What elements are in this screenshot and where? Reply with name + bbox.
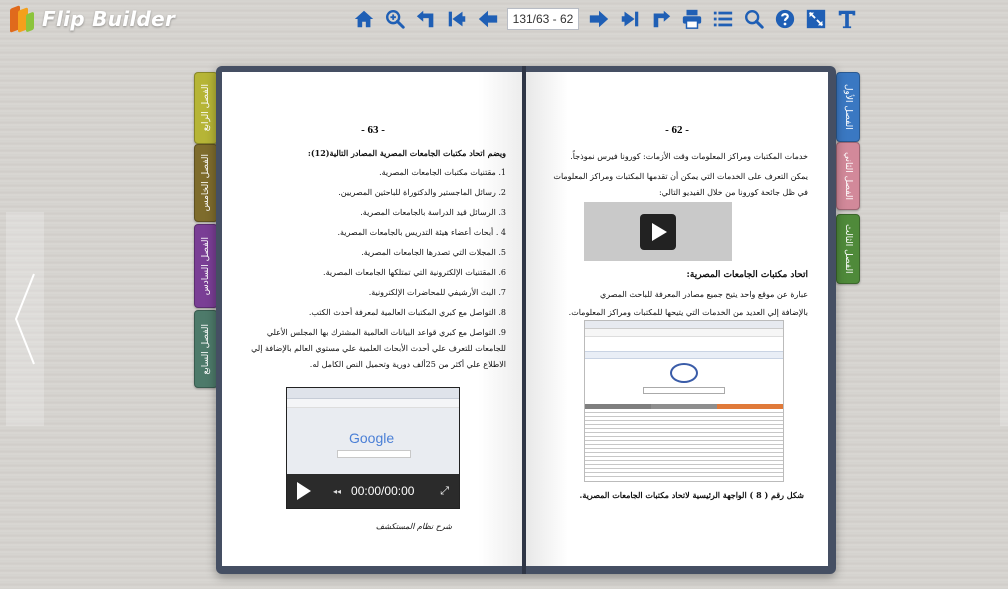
list-item: 1. مقتنيات مكتبات الجامعات المصرية. — [379, 168, 506, 177]
print-icon — [682, 9, 702, 29]
left-page-number: - 63 - — [361, 124, 385, 136]
tab-chapter-6[interactable]: الفصل السادس — [194, 224, 218, 308]
previous-page-icon — [478, 10, 498, 28]
brand-logo: Flip Builder — [10, 4, 175, 34]
tab-chapter-7[interactable]: الفصل السابع — [194, 310, 218, 388]
list-item: 4 . أبحاث أعضاء هيئة التدريس بالجامعات ا… — [337, 228, 506, 237]
google-search-box — [337, 450, 411, 458]
text-button[interactable] — [833, 6, 861, 32]
list-item: 5. المجلات التي تصدرها الجامعات المصرية. — [361, 248, 506, 257]
flipbook: - 63 - ويضم اتحاد مكتبات الجامعات المصري… — [216, 66, 836, 574]
help-icon — [775, 9, 795, 29]
zoom-in-icon — [386, 10, 405, 29]
tab-chapter-4[interactable]: الفصل الرابع — [194, 72, 218, 144]
site-columns — [585, 409, 783, 479]
list-item: 3. الرسائل قيد الدراسة بالجامعات المصرية… — [360, 208, 506, 217]
left-page[interactable]: - 63 - ويضم اتحاد مكتبات الجامعات المصري… — [222, 72, 524, 566]
search-icon — [745, 10, 764, 29]
chevron-left-icon — [14, 273, 35, 365]
table-of-contents-icon — [713, 11, 733, 27]
fullscreen-icon — [806, 9, 826, 29]
section-heading: اتحاد مكتبات الجامعات المصرية: — [686, 270, 808, 280]
video-thumbnail[interactable] — [584, 202, 732, 261]
next-page-button[interactable] — [585, 6, 613, 32]
forward-icon — [653, 10, 671, 28]
play-button[interactable] — [640, 214, 676, 250]
page-number-input[interactable]: 131/63 - 62 — [507, 8, 579, 30]
site-logo — [670, 363, 698, 383]
first-page-icon — [448, 11, 466, 27]
google-logo: Google — [349, 430, 395, 446]
list-item: 7. البث الأرشيفي للمحاضرات الإلكترونية. — [368, 288, 506, 297]
paragraph-line: عبارة عن موقع واحد يتيح جميع مصادر المعر… — [599, 290, 808, 299]
volume-icon[interactable]: ◂◂ — [333, 487, 341, 496]
list-item: 2. رسائل الماجستير والدكتوراة للباحثين ا… — [338, 188, 506, 197]
play-icon — [652, 223, 667, 241]
figure-caption: شكل رقم ( 8 ) الواجهة الرئيسية لاتحاد مك… — [579, 490, 804, 500]
right-page[interactable]: - 62 - خدمات المكتبات ومراكز المعلومات و… — [526, 72, 828, 566]
browser-toolbar — [585, 329, 783, 337]
text-line: خدمات المكتبات ومراكز المعلومات وقت الأز… — [570, 152, 808, 161]
top-toolbar: Flip Builder 131/63 - 62 — [0, 0, 1008, 38]
text-icon — [838, 10, 856, 29]
next-page-arrow[interactable] — [1000, 212, 1008, 426]
expand-icon[interactable]: ⤢ — [440, 485, 449, 498]
last-page-button[interactable] — [616, 6, 644, 32]
list-item: 9. التواصل مع كبري قواعد البيانات العالم… — [266, 328, 506, 337]
back-icon — [416, 10, 434, 28]
next-page-icon — [589, 10, 609, 28]
right-page-number: - 62 - — [665, 124, 689, 136]
fullscreen-button[interactable] — [802, 6, 830, 32]
text-line: يمكن التعرف على الخدمات التي يمكن أن تقد… — [553, 172, 808, 181]
text-line: في ظل جائحة كورونا من خلال الفيديو التال… — [658, 188, 808, 197]
left-intro: ويضم اتحاد مكتبات الجامعات المصرية المصا… — [307, 148, 506, 158]
paragraph-line: بالإضافة إلي العديد من الخدمات التي يتيح… — [568, 308, 808, 317]
browser-bar — [585, 321, 783, 329]
previous-page-arrow[interactable] — [6, 212, 44, 426]
book-spine — [522, 66, 526, 574]
list-item: 6. المقتنيات الإلكترونية التي تمتلكها ال… — [323, 268, 506, 277]
list-item-continuation: الاطلاع علي أكثر من 25ألف دورية وتحميل ا… — [309, 360, 506, 369]
previous-page-button[interactable] — [474, 6, 502, 32]
list-item-continuation: للجامعات للتعرف علي أحدث الأبحاث العلمية… — [251, 344, 506, 353]
first-page-button[interactable] — [443, 6, 471, 32]
home-button[interactable] — [350, 6, 378, 32]
print-button[interactable] — [678, 6, 706, 32]
video-player[interactable]: Google ◂◂ 00:00/00:00 ⤢ — [286, 387, 460, 509]
site-search-box — [643, 387, 725, 394]
forward-button[interactable] — [647, 6, 675, 32]
search-button[interactable] — [740, 6, 768, 32]
list-item: 8. التواصل مع كبري المكتبات العالمية لمع… — [308, 308, 506, 317]
video-caption: شرح نظام المستكشف — [375, 522, 452, 531]
tab-chapter-3[interactable]: الفصل الثالث — [836, 214, 860, 284]
navigation-toolbar: 131/63 - 62 — [350, 6, 864, 32]
tab-chapter-5[interactable]: الفصل الخامس — [194, 144, 218, 222]
video-controls: ◂◂ 00:00/00:00 ⤢ — [287, 474, 459, 508]
zoom-in-button[interactable] — [381, 6, 409, 32]
browser-toolbar — [287, 399, 459, 408]
brand-name: Flip Builder — [42, 7, 176, 31]
site-nav-bar — [585, 351, 783, 359]
tab-chapter-1[interactable]: الفصل الأول — [836, 72, 860, 142]
play-icon[interactable] — [297, 482, 311, 500]
website-screenshot — [584, 320, 784, 482]
video-time: 00:00/00:00 — [351, 484, 415, 498]
last-page-icon — [621, 11, 639, 27]
flip-builder-logo-icon — [10, 5, 36, 33]
help-button[interactable] — [771, 6, 799, 32]
browser-bar — [287, 388, 459, 399]
tab-chapter-2[interactable]: الفصل الثاني — [836, 142, 860, 210]
home-icon — [354, 10, 374, 28]
table-of-contents-button[interactable] — [709, 6, 737, 32]
back-button[interactable] — [412, 6, 440, 32]
